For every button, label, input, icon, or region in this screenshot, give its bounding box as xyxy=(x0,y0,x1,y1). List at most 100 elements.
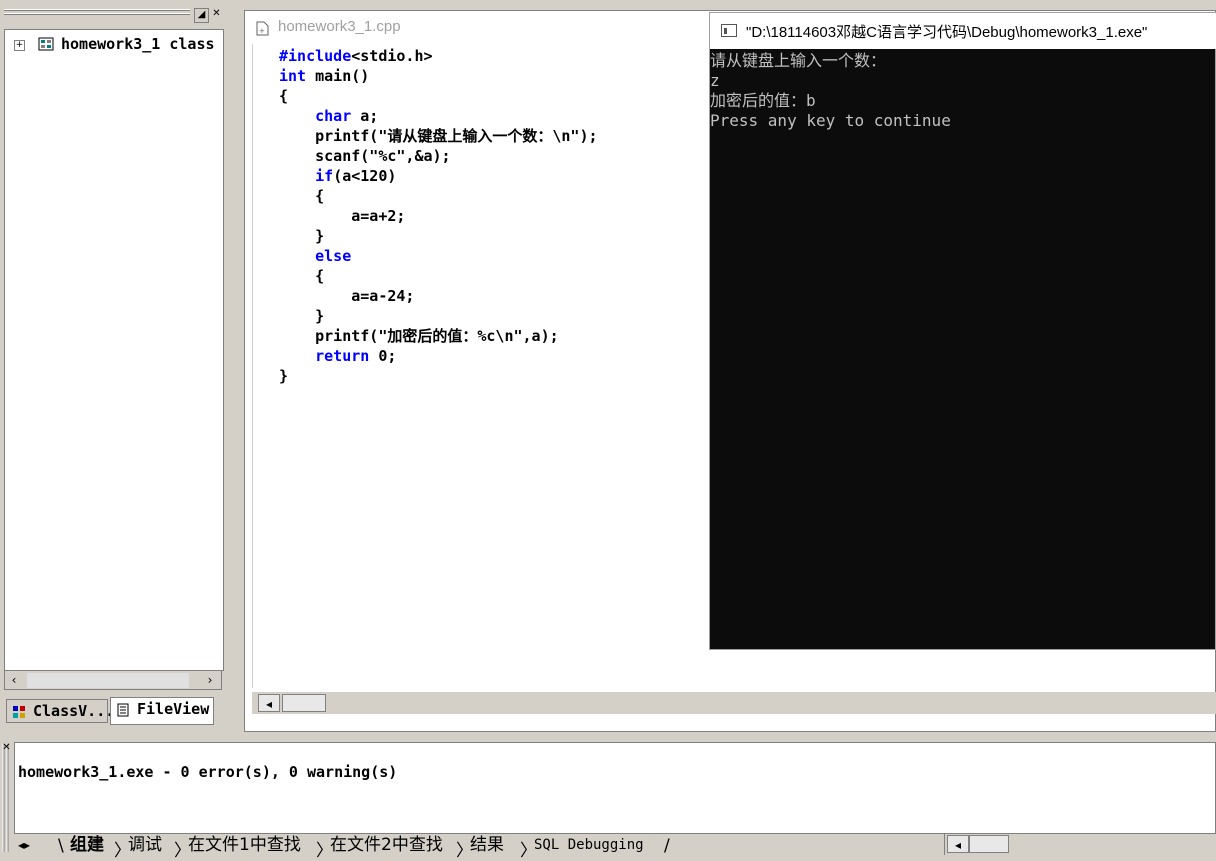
tab-label: FileView xyxy=(137,700,210,718)
code-keyword: if xyxy=(315,167,334,185)
console-app-icon xyxy=(721,24,737,37)
code-line[interactable]: int main() xyxy=(279,66,598,86)
build-result: homework3_1.exe - 0 error(s), 0 warning(… xyxy=(18,763,398,781)
code-line[interactable]: else xyxy=(279,246,598,266)
console-titlebar[interactable]: "D:\18114603邓越C语言学习代码\Debug\homework3_1.… xyxy=(710,13,1216,49)
output-close-icon[interactable]: ✕ xyxy=(0,742,13,755)
code-text: printf("请从键盘上输入一个数：\n"); xyxy=(279,127,598,145)
code-line[interactable]: } xyxy=(279,366,598,386)
workspace-restore-button[interactable]: ◢ xyxy=(194,8,209,23)
code-line[interactable]: { xyxy=(279,86,598,106)
code-area[interactable]: #include<stdio.h> int main(){ char a; pri… xyxy=(279,46,598,386)
cpp-file-icon: + xyxy=(256,21,269,36)
class-tree[interactable]: + homework3_1 class xyxy=(4,29,224,671)
output-tab[interactable]: 在文件2中查找 xyxy=(330,836,443,854)
code-keyword: return xyxy=(315,347,370,365)
tab-fileview[interactable]: FileView xyxy=(110,697,214,725)
code-keyword: #include xyxy=(279,47,352,65)
console-line: z xyxy=(710,71,720,90)
code-keyword: int xyxy=(279,67,307,85)
workspace-close-icon[interactable]: ✕ xyxy=(210,8,223,21)
code-text: 0; xyxy=(369,347,397,365)
workspace-grip[interactable] xyxy=(4,8,190,20)
output-tab[interactable]: 组建 xyxy=(70,836,104,854)
console-line: 加密后的值：b xyxy=(710,91,816,110)
tab-scroll-arrows-icon[interactable]: ◂▸ xyxy=(18,836,30,854)
output-grip[interactable] xyxy=(0,742,12,855)
code-keyword: else xyxy=(315,247,352,265)
tab-separator: 〉 xyxy=(520,841,537,861)
editor-file-title[interactable]: homework3_1.cpp xyxy=(278,18,401,35)
output-tab[interactable]: 在文件1中查找 xyxy=(188,836,301,854)
console-line: 请从键盘上输入一个数： xyxy=(710,51,887,70)
tab-classview[interactable]: ClassV... xyxy=(6,699,114,723)
tab-separator: / xyxy=(664,836,670,856)
code-text: scanf("%c",&a); xyxy=(279,147,451,165)
code-line[interactable]: a=a+2; xyxy=(279,206,598,226)
workspace-panel: ◢ ✕ + homework3_1 class ‹ › ClassV... Fi… xyxy=(0,0,240,732)
code-text: { xyxy=(279,87,289,105)
tab-separator: 〉 xyxy=(316,841,333,861)
code-text: main() xyxy=(306,67,370,85)
code-text: <stdio.h> xyxy=(351,47,433,65)
code-line[interactable]: #include<stdio.h> xyxy=(279,46,598,66)
code-text: printf("加密后的值：%c\n",a); xyxy=(279,327,559,345)
code-text: a=a+2; xyxy=(279,207,406,225)
code-text: } xyxy=(279,367,289,385)
code-line[interactable]: char a; xyxy=(279,106,598,126)
scroll-left-icon[interactable]: ◂ xyxy=(947,835,969,853)
code-line[interactable]: return 0; xyxy=(279,346,598,366)
tree-root-label[interactable]: homework3_1 class xyxy=(61,35,215,53)
scroll-thumb[interactable] xyxy=(282,694,326,712)
code-text: (a<120) xyxy=(333,167,397,185)
tab-separator: \ xyxy=(58,836,64,856)
console-line: Press any key to continue xyxy=(710,111,951,130)
output-tab[interactable]: 调试 xyxy=(128,836,162,854)
scroll-left-icon[interactable]: ◂ xyxy=(258,694,280,712)
output-tabs: ◂▸ 组建 \ 调试〉在文件1中查找〉在文件2中查找〉结果〉 SQL Debugging… xyxy=(14,834,944,861)
tab-separator: 〉 xyxy=(456,841,473,861)
class-view-icon xyxy=(13,706,25,718)
scroll-thumb[interactable] xyxy=(969,835,1009,853)
editor-hscrollbar[interactable]: ◂ xyxy=(252,692,1216,714)
code-text: a=a-24; xyxy=(279,287,415,305)
code-line[interactable]: } xyxy=(279,226,598,246)
code-text: { xyxy=(279,187,325,205)
code-line[interactable]: printf("请从键盘上输入一个数：\n"); xyxy=(279,126,598,146)
code-line[interactable]: { xyxy=(279,266,598,286)
output-tab[interactable]: 结果 xyxy=(470,836,504,854)
code-text: { xyxy=(279,267,325,285)
tab-separator: 〉 xyxy=(174,841,191,861)
code-line[interactable]: { xyxy=(279,186,598,206)
console-title: "D:\18114603邓越C语言学习代码\Debug\homework3_1.… xyxy=(746,24,1148,41)
code-keyword: char xyxy=(315,107,352,125)
tab-label: ClassV... xyxy=(33,702,115,720)
output-tab[interactable]: SQL Debugging xyxy=(534,836,644,854)
code-line[interactable]: } xyxy=(279,306,598,326)
scroll-left-icon[interactable]: ‹ xyxy=(5,671,23,689)
scroll-right-icon[interactable]: › xyxy=(201,671,219,689)
tree-expand-icon[interactable]: + xyxy=(14,40,25,51)
code-text: a; xyxy=(351,107,379,125)
svg-text:+: + xyxy=(259,27,265,35)
console-output: 请从键盘上输入一个数： z 加密后的值：b Press any key to cont… xyxy=(710,51,951,131)
code-line[interactable]: if(a<120) xyxy=(279,166,598,186)
code-text: } xyxy=(279,227,325,245)
code-line[interactable]: scanf("%c",&a); xyxy=(279,146,598,166)
tab-separator: 〉 xyxy=(114,841,131,861)
editor-gutter xyxy=(252,44,279,688)
workspace-hscrollbar[interactable]: ‹ › xyxy=(4,670,222,690)
code-text: } xyxy=(279,307,325,325)
scroll-thumb[interactable] xyxy=(27,673,189,688)
output-text-area[interactable] xyxy=(14,742,1216,834)
workspace-tabs: ClassV... FileView xyxy=(2,697,238,727)
code-line[interactable]: a=a-24; xyxy=(279,286,598,306)
class-icon xyxy=(38,37,54,51)
output-hscrollbar[interactable]: ◂ xyxy=(944,834,1216,855)
code-line[interactable]: printf("加密后的值：%c\n",a); xyxy=(279,326,598,346)
file-view-icon xyxy=(117,703,129,717)
